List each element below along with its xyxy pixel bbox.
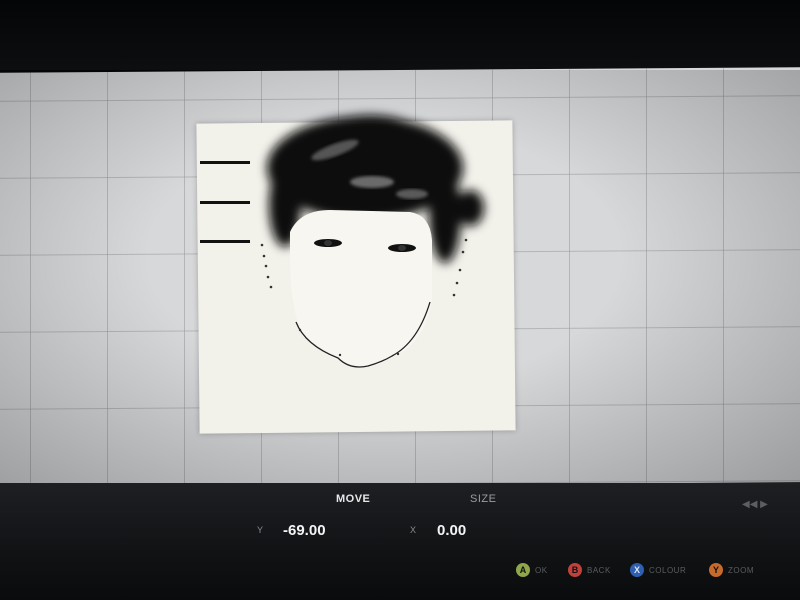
y-value-field[interactable]: -69.00 (283, 522, 326, 539)
a-button-icon[interactable]: A (516, 563, 530, 577)
hint-back-label: BACK (587, 566, 611, 575)
right-pupil-icon (398, 245, 406, 251)
b-button-icon[interactable]: B (568, 563, 582, 577)
control-bar (0, 483, 800, 600)
y-axis-label: Y (257, 525, 264, 535)
hint-colour-label: COLOUR (649, 566, 687, 575)
page-arrows-icon[interactable]: ◀◀ ▶ (742, 499, 768, 510)
y-button-icon[interactable]: Y (709, 563, 723, 577)
tab-size[interactable]: SIZE (470, 493, 496, 505)
hint-ok-label: OK (535, 566, 548, 575)
tab-move[interactable]: MOVE (336, 493, 370, 505)
x-value-field[interactable]: 0.00 (437, 522, 466, 539)
x-button-icon[interactable]: X (630, 563, 644, 577)
hint-zoom-label: ZOOM (728, 566, 754, 575)
hair-highlight (396, 189, 428, 199)
x-axis-label: X (410, 525, 417, 535)
left-pupil-icon (324, 240, 332, 246)
hair-highlight (350, 176, 394, 188)
